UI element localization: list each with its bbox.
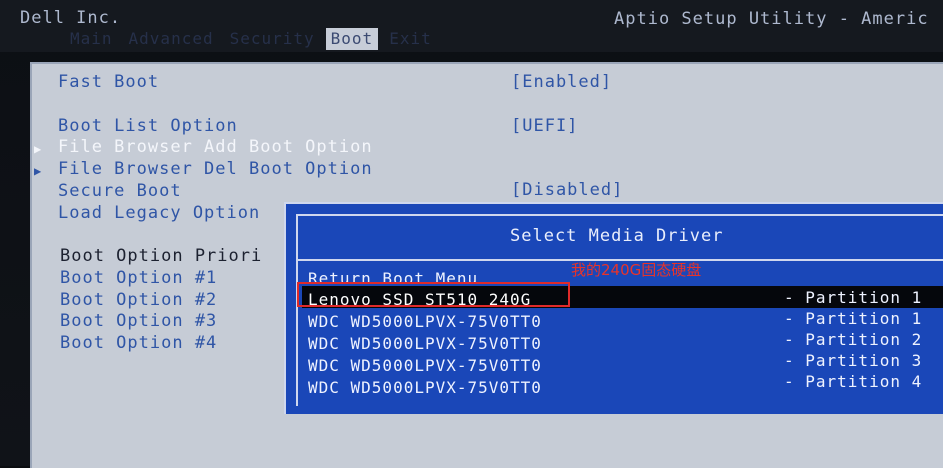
drive-item-name[interactable]: WDC WD5000LPVX-75V0TT0 (308, 378, 542, 397)
drive-item-name[interactable]: WDC WD5000LPVX-75V0TT0 (308, 312, 542, 331)
load-legacy-option-label[interactable]: Load Legacy Option (58, 203, 260, 223)
file-browser-del-boot-option[interactable]: File Browser Del Boot Option (58, 159, 373, 179)
tab-exit[interactable]: Exit (384, 28, 437, 50)
secure-boot-label[interactable]: Secure Boot (58, 181, 182, 201)
boot-option-2[interactable]: Boot Option #2 (60, 290, 217, 310)
boot-option-3[interactable]: Boot Option #3 (60, 311, 217, 331)
tab-security[interactable]: Security (225, 28, 320, 50)
utility-title: Aptio Setup Utility - Americ (614, 9, 929, 29)
select-media-driver-dialog: Select Media Driver Return Boot Menu Len… (284, 202, 943, 414)
tab-advanced[interactable]: Advanced (124, 28, 219, 50)
boot-list-option-value[interactable]: [UEFI] (511, 116, 578, 136)
fast-boot-label[interactable]: Fast Boot (58, 72, 159, 92)
vendor-name: Dell Inc. (20, 8, 122, 28)
drive-item-name[interactable]: WDC WD5000LPVX-75V0TT0 (308, 356, 542, 375)
drive-item-name[interactable]: WDC WD5000LPVX-75V0TT0 (308, 334, 542, 353)
file-browser-add-boot-option[interactable]: File Browser Add Boot Option (58, 137, 373, 157)
boot-list-option-label[interactable]: Boot List Option (58, 116, 238, 136)
secure-boot-value[interactable]: [Disabled] (511, 180, 623, 200)
drive-item-partition[interactable]: - Partition 2 (784, 330, 922, 349)
submenu-arrow-icon: ▶ (34, 142, 42, 156)
boot-option-4[interactable]: Boot Option #4 (60, 333, 217, 353)
dialog-frame: Select Media Driver Return Boot Menu Len… (296, 214, 943, 406)
drive-item-partition[interactable]: - Partition 1 (784, 309, 922, 328)
annotation-highlight-box (297, 282, 570, 307)
boot-option-priorities-heading: Boot Option Priori (60, 246, 263, 266)
tab-boot[interactable]: Boot (325, 28, 379, 50)
submenu-arrow-icon: ▶ (34, 164, 42, 178)
bios-screen: Dell Inc. Aptio Setup Utility - Americ M… (0, 0, 943, 468)
drive-item-partition[interactable]: - Partition 3 (784, 351, 922, 370)
tab-main[interactable]: Main (65, 28, 118, 50)
drive-item-partition[interactable]: - Partition 4 (784, 372, 922, 391)
tab-bar: Main Advanced Security Boot Exit (65, 28, 443, 50)
annotation-label: 我的240G固态硬盘 (571, 261, 702, 279)
fast-boot-value[interactable]: [Enabled] (511, 72, 612, 92)
drive-item-partition[interactable]: - Partition 1 (784, 288, 922, 307)
dialog-title: Select Media Driver (510, 226, 724, 246)
top-bar: Dell Inc. Aptio Setup Utility - Americ M… (0, 0, 943, 52)
boot-option-1[interactable]: Boot Option #1 (60, 268, 217, 288)
